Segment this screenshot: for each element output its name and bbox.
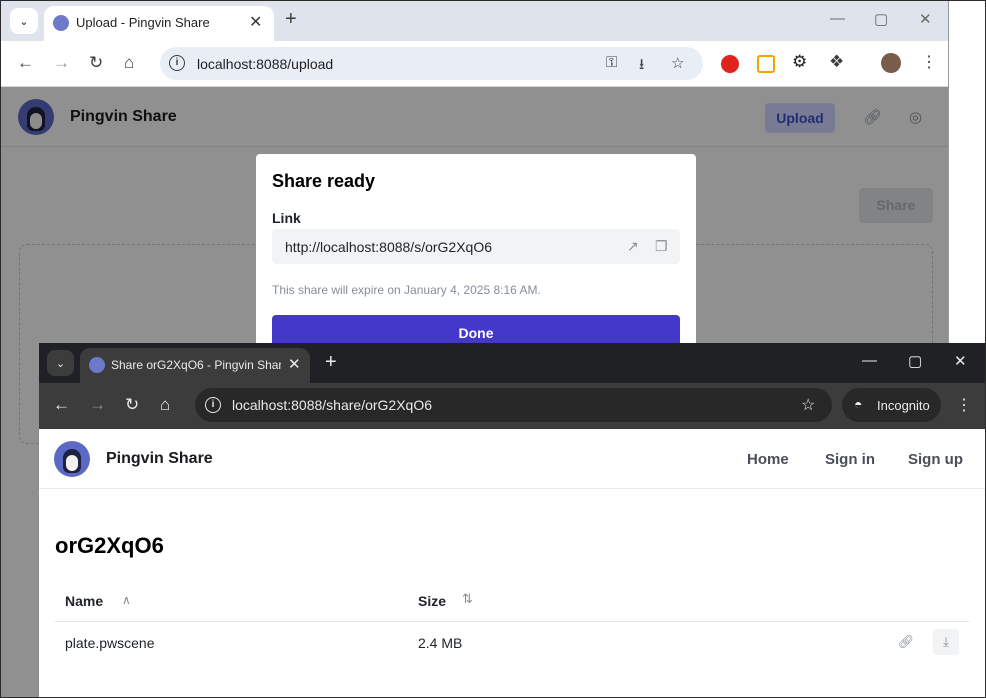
reload-icon[interactable]: ↻	[125, 395, 139, 415]
chevron-down-icon: ⌄	[55, 357, 66, 370]
nav-sign-up[interactable]: Sign up	[908, 451, 963, 468]
minimize-icon[interactable]: —	[830, 10, 845, 27]
share-ready-modal: Share ready Link http://localhost:8088/s…	[256, 154, 696, 354]
expire-text: This share will expire on January 4, 202…	[272, 283, 541, 297]
extension-color-icon[interactable]	[757, 55, 775, 73]
share-link-field[interactable]: http://localhost:8088/s/orG2XqO6 ↗ ❐	[272, 229, 680, 264]
column-header-name[interactable]: Name	[65, 593, 103, 609]
home-icon[interactable]: ⌂	[124, 53, 134, 73]
tab-share[interactable]: Share orG2XqO6 - Pingvin Share ✕	[80, 348, 310, 383]
share-link-value[interactable]: http://localhost:8088/s/orG2XqO6	[285, 239, 492, 255]
nav-home[interactable]: Home	[747, 451, 789, 468]
forward-arrow-icon[interactable]: →	[89, 395, 106, 415]
file-name-cell: plate.pwscene	[65, 635, 155, 651]
pingvin-favicon-icon	[53, 15, 69, 31]
modal-title: Share ready	[272, 171, 376, 191]
tab-strip-incognito: ⌄ Share orG2XqO6 - Pingvin Share ✕ + — ▢…	[39, 343, 985, 383]
link-icon[interactable]: 🔗︎	[893, 629, 919, 655]
link-label: Link	[272, 210, 301, 226]
table-divider	[55, 621, 969, 622]
tab-strip: ⌄ Upload - Pingvin Share ✕ + — ▢ ✕	[1, 1, 948, 41]
tab-search-button[interactable]: ⌄	[47, 350, 74, 376]
chevron-down-icon: ⌄	[19, 15, 29, 28]
maximize-icon[interactable]: ▢	[874, 10, 888, 28]
close-window-icon[interactable]: ✕	[919, 10, 932, 28]
minimize-icon[interactable]: —	[862, 352, 877, 369]
bookmark-star-icon[interactable]: ☆	[671, 54, 684, 72]
back-arrow-icon[interactable]: ←	[17, 53, 34, 73]
back-arrow-icon[interactable]: ←	[53, 395, 70, 415]
share-page: Pingvin Share Home Sign in Sign up orG2X…	[39, 429, 985, 698]
extension-adblock-icon[interactable]	[721, 55, 739, 73]
address-url[interactable]: localhost:8088/upload	[197, 56, 333, 72]
share-id-title: orG2XqO6	[55, 533, 164, 558]
sort-toggle-icon[interactable]: ⇅	[462, 591, 473, 607]
app-header: Pingvin Share Home Sign in Sign up	[39, 429, 985, 489]
tab-search-button[interactable]: ⌄	[10, 8, 38, 34]
home-icon[interactable]: ⌂	[160, 395, 170, 415]
menu-kebab-icon[interactable]: ⋮	[921, 52, 939, 71]
incognito-label: Incognito	[877, 398, 930, 413]
address-bar[interactable]: i localhost:8088/share/orG2XqO6 ☆	[195, 388, 832, 422]
pingvin-logo[interactable]	[54, 441, 90, 477]
download-icon[interactable]: ⤓	[933, 629, 959, 655]
brand-name[interactable]: Pingvin Share	[106, 450, 213, 468]
tab-title: Upload - Pingvin Share	[76, 15, 210, 30]
menu-kebab-icon[interactable]: ⋮	[956, 395, 972, 415]
new-tab-button[interactable]: +	[285, 8, 297, 31]
browser-toolbar-incognito: ← → ↻ ⌂ i localhost:8088/share/orG2XqO6 …	[39, 383, 985, 429]
external-link-icon[interactable]: ↗	[627, 238, 639, 255]
sort-ascending-icon[interactable]: ∧	[122, 593, 131, 607]
incognito-browser-window: ⌄ Share orG2XqO6 - Pingvin Share ✕ + — ▢…	[39, 343, 985, 698]
close-tab-icon[interactable]: ✕	[249, 12, 262, 32]
address-url[interactable]: localhost:8088/share/orG2XqO6	[232, 397, 432, 413]
file-size-cell: 2.4 MB	[418, 635, 463, 651]
forward-arrow-icon[interactable]: →	[53, 53, 70, 73]
address-bar[interactable]: i localhost:8088/upload ⚿ ⭳ ☆	[160, 47, 703, 80]
browser-toolbar: ← → ↻ ⌂ i localhost:8088/upload ⚿ ⭳ ☆ ⚙ …	[1, 41, 948, 87]
incognito-icon: ◓	[854, 396, 863, 412]
new-tab-button[interactable]: +	[325, 351, 337, 374]
site-info-icon[interactable]: i	[169, 55, 185, 71]
maximize-icon[interactable]: ▢	[908, 352, 922, 370]
profile-avatar[interactable]	[881, 53, 901, 73]
incognito-badge[interactable]: ◓ Incognito	[842, 388, 941, 422]
close-window-icon[interactable]: ✕	[954, 352, 967, 370]
bookmark-star-icon[interactable]: ☆	[801, 395, 815, 415]
pingvin-favicon-icon	[89, 357, 105, 373]
extension-gear-icon[interactable]: ⚙	[792, 52, 810, 71]
extensions-puzzle-icon[interactable]: ❖	[829, 52, 847, 71]
nav-sign-in[interactable]: Sign in	[825, 451, 875, 468]
column-header-size[interactable]: Size	[418, 593, 446, 609]
penguin-belly-shape	[66, 455, 78, 471]
reload-icon[interactable]: ↻	[89, 53, 103, 73]
tab-upload[interactable]: Upload - Pingvin Share ✕	[44, 6, 274, 41]
key-icon[interactable]: ⚿	[606, 54, 617, 71]
tab-title: Share orG2XqO6 - Pingvin Share	[111, 358, 281, 372]
copy-icon[interactable]: ❐	[655, 238, 668, 255]
install-app-icon[interactable]: ⭳	[639, 54, 644, 79]
close-tab-icon[interactable]: ✕	[288, 355, 301, 373]
site-info-icon[interactable]: i	[205, 397, 221, 413]
